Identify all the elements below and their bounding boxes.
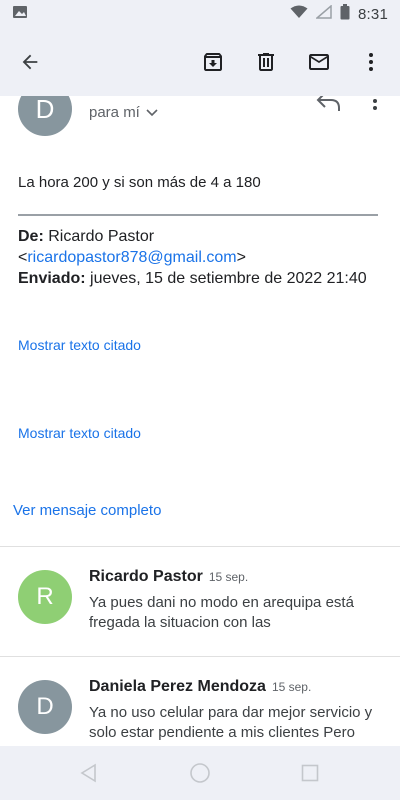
recipient-label: para mí — [89, 104, 140, 121]
message-body: La hora 200 y si son más de 4 a 180 — [18, 174, 261, 191]
show-quoted-link[interactable]: Mostrar texto citado — [18, 425, 141, 441]
sender-name: Ricardo Pastor 15 sep. — [89, 568, 249, 585]
signal-icon — [314, 4, 332, 23]
quoted-header: De: Ricardo Pastor <ricardopastor878@gma… — [18, 228, 367, 287]
delete-icon[interactable] — [246, 42, 286, 82]
archive-icon[interactable] — [193, 42, 233, 82]
message-date: 15 sep. — [271, 680, 312, 694]
wifi-icon — [290, 5, 308, 23]
navigation-bar — [0, 746, 400, 800]
more-vert-icon[interactable] — [351, 42, 391, 82]
view-full-message-link[interactable]: Ver mensaje completo — [13, 502, 161, 519]
recipient-toggle[interactable]: para mí — [89, 104, 158, 121]
status-bar: 8:31 — [0, 0, 400, 28]
show-quoted-link[interactable]: Mostrar texto citado — [18, 337, 141, 353]
status-time: 8:31 — [358, 5, 388, 23]
thread-item[interactable]: R Ricardo Pastor 15 sep. Ya pues dani no … — [0, 562, 400, 662]
avatar: D — [18, 680, 72, 734]
nav-recents-icon[interactable] — [297, 760, 323, 786]
sender-name: Daniela Perez Mendoza 15 sep. — [89, 678, 312, 695]
message-date: 15 sep. — [208, 570, 249, 584]
thread-item[interactable]: D Daniela Perez Mendoza 15 sep. Ya no uso… — [0, 672, 400, 746]
sent-value: jueves, 15 de setiembre de 2022 21:40 — [90, 270, 367, 287]
mail-icon[interactable] — [299, 42, 339, 82]
image-icon — [12, 4, 28, 25]
from-label: De: — [18, 228, 44, 245]
divider — [0, 656, 400, 657]
divider — [18, 214, 378, 216]
sent-label: Enviado: — [18, 270, 86, 287]
divider — [0, 546, 400, 547]
message-more-icon[interactable] — [366, 96, 384, 112]
from-name: Ricardo Pastor — [48, 228, 155, 245]
nav-home-icon[interactable] — [187, 760, 213, 786]
avatar: R — [18, 570, 72, 624]
battery-icon — [340, 4, 350, 24]
from-email-link[interactable]: ricardopastor878@gmail.com — [27, 249, 236, 266]
reply-icon[interactable] — [316, 96, 342, 112]
avatar[interactable]: D — [18, 96, 72, 136]
back-arrow-icon[interactable] — [10, 42, 50, 82]
nav-back-icon[interactable] — [76, 760, 102, 786]
app-bar — [0, 28, 400, 96]
chevron-down-icon — [146, 104, 158, 121]
message-snippet: Ya no uso celular para dar mejor servici… — [89, 704, 373, 741]
message-content: D para mí La hora 200 y si son más de 4 … — [0, 96, 400, 746]
message-snippet: Ya pues dani no modo en arequipa está fr… — [89, 594, 354, 631]
